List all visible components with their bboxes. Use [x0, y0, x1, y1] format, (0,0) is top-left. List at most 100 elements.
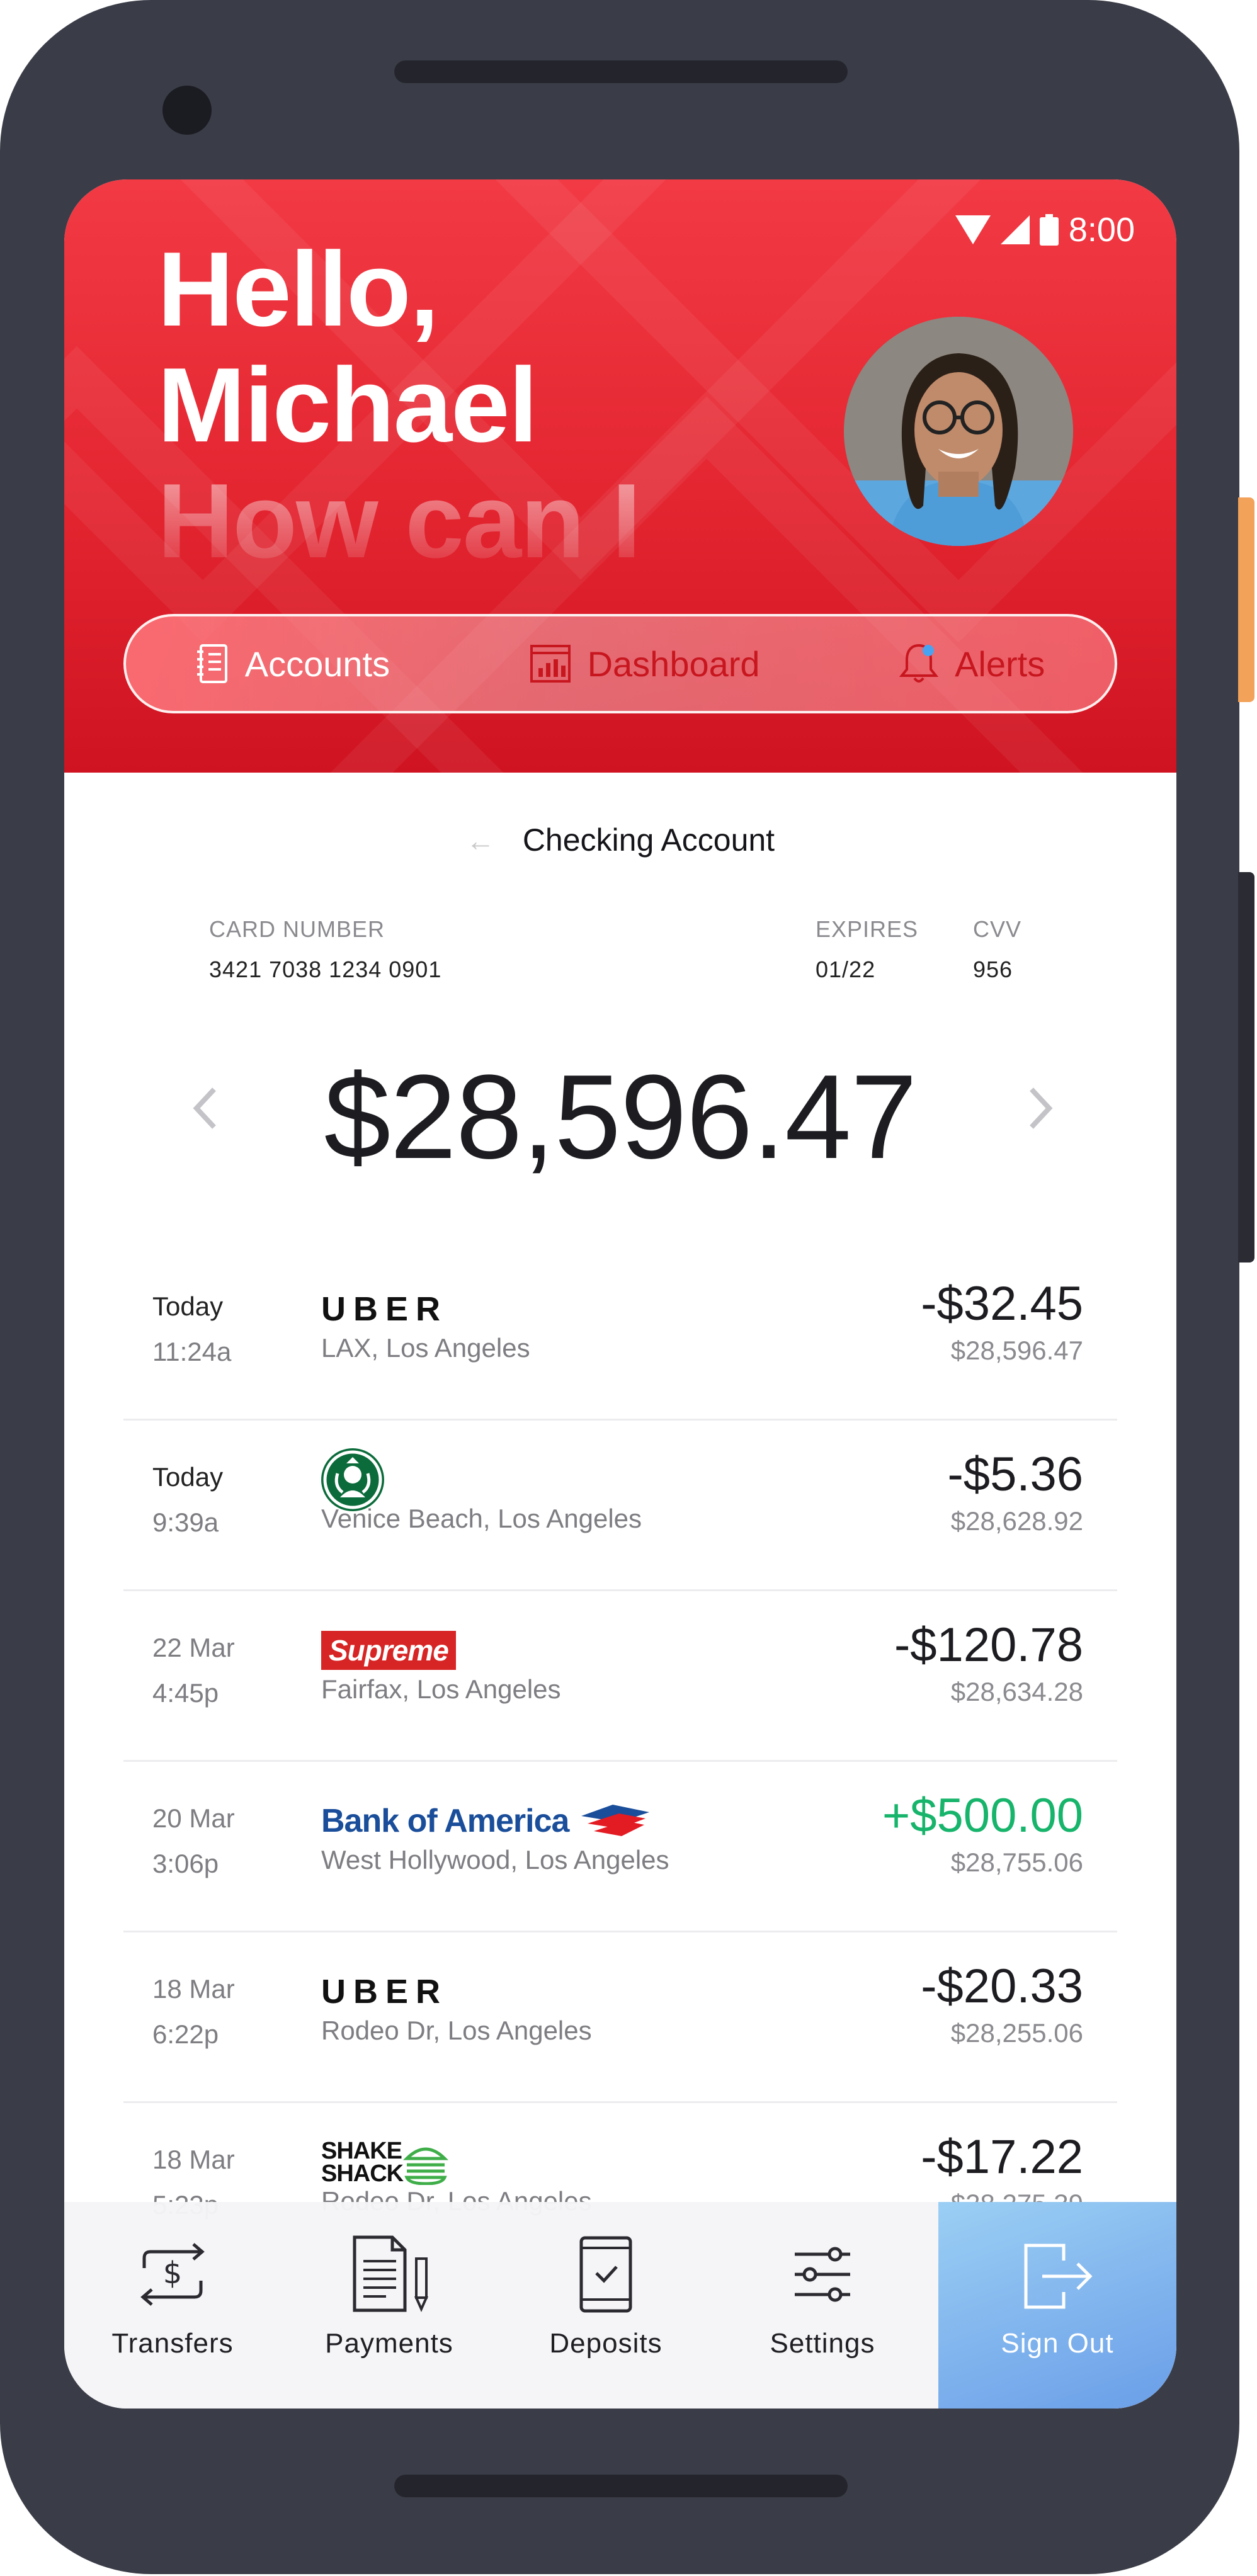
running-balance: $28,634.28 [950, 1677, 1083, 1706]
merchant-logo: Bank of America [321, 1790, 651, 1853]
header: 8:00 Hello, Michael How can I Accounts D… [64, 179, 1176, 773]
svg-text:$: $ [163, 2255, 183, 2291]
transaction-date: 20 Mar 3:06p [152, 1796, 235, 1887]
transfers-button[interactable]: $ Transfers [64, 2202, 281, 2409]
settings-button[interactable]: Settings [714, 2202, 931, 2409]
transaction-location: Fairfax, Los Angeles [321, 1674, 561, 1704]
power-button [1238, 872, 1254, 1262]
transaction-day: Today [152, 1462, 224, 1492]
greeting-subtitle: How can I [157, 462, 641, 580]
greeting: Hello, Michael How can I [157, 231, 641, 580]
transaction-date: 18 Mar 6:22p [152, 1966, 235, 2057]
account-title: Checking Account [522, 822, 775, 858]
deposits-label: Deposits [549, 2328, 663, 2359]
transaction-day: 20 Mar [152, 1803, 235, 1833]
earpiece-speaker [394, 60, 848, 83]
tab-alerts-label: Alerts [955, 644, 1045, 684]
status-bar: 8:00 [955, 211, 1135, 249]
transaction-time: 9:39a [152, 1507, 219, 1537]
back-arrow-icon[interactable]: ← [466, 824, 495, 857]
cvv-label: CVV [973, 916, 1022, 942]
bank-of-america-logo: Bank of America [321, 1802, 651, 1840]
transaction-day: 22 Mar [152, 1633, 235, 1662]
merchant-logo: Supreme [321, 1619, 456, 1682]
sign-out-icon [1024, 2244, 1093, 2309]
sign-out-label: Sign Out [1001, 2328, 1114, 2359]
starbucks-logo [321, 1448, 384, 1511]
bank-of-america-wordmark: Bank of America [321, 1803, 569, 1839]
running-balance: $28,755.06 [950, 1847, 1083, 1877]
notebook-icon [196, 644, 227, 683]
siren-icon [323, 1450, 382, 1509]
sign-out-button[interactable]: Sign Out [938, 2202, 1176, 2409]
avatar[interactable] [844, 317, 1073, 546]
transaction-date: 22 Mar 4:45p [152, 1625, 235, 1716]
supreme-logo: Supreme [321, 1631, 456, 1670]
document-pen-icon [353, 2235, 429, 2312]
payments-button[interactable]: Payments [281, 2202, 498, 2409]
transfers-label: Transfers [111, 2328, 234, 2359]
transaction-amount: -$20.33 [921, 1960, 1083, 2013]
transaction-row[interactable]: Today 11:24a UBER LAX, Los Angeles -$32.… [123, 1250, 1117, 1421]
running-balance: $28,628.92 [950, 1506, 1083, 1536]
expires-label: EXPIRES [816, 916, 919, 942]
shake-shack-logo: SHAKE SHACK [321, 2138, 448, 2187]
transaction-time: 4:45p [152, 1678, 219, 1708]
burger-icon [403, 2147, 448, 2185]
running-balance: $28,255.06 [950, 2018, 1083, 2048]
card-number-label: CARD NUMBER [209, 916, 385, 942]
transaction-location: Venice Beach, Los Angeles [321, 1504, 642, 1533]
flag-icon [581, 1805, 650, 1836]
running-balance: $28,596.47 [950, 1336, 1083, 1365]
bottom-speaker [394, 2475, 848, 2497]
transaction-location: LAX, Los Angeles [321, 1333, 530, 1363]
tab-accounts-label: Accounts [244, 644, 390, 684]
shake-shack-wordmark: SHAKE SHACK [321, 2138, 404, 2187]
avatar-portrait [844, 317, 1073, 546]
wifi-icon [955, 215, 991, 244]
transfer-arrows-icon: $ [140, 2243, 205, 2306]
transaction-date: Today 9:39a [152, 1455, 223, 1545]
volume-button [1238, 497, 1254, 702]
tab-dashboard-label: Dashboard [587, 644, 760, 684]
account-title-bar: ← Checking Account [64, 822, 1176, 858]
transaction-list: Today 11:24a UBER LAX, Los Angeles -$32.… [123, 1250, 1117, 2272]
card-number-block: CARD NUMBER 3421 7038 1234 0901 [209, 916, 441, 983]
uber-logo: UBER [321, 1973, 448, 2011]
app-screen: 8:00 Hello, Michael How can I Accounts D… [64, 179, 1176, 2409]
signal-icon [1000, 215, 1030, 244]
greeting-name: Michael [157, 346, 538, 464]
merchant-logo: SHAKE SHACK [321, 2131, 448, 2194]
phone-frame: 8:00 Hello, Michael How can I Accounts D… [0, 0, 1239, 2574]
transaction-time: 6:22p [152, 2019, 219, 2049]
expires-block: EXPIRES 01/22 [816, 916, 918, 983]
merchant-logo: UBER [321, 1278, 448, 1341]
transaction-row[interactable]: 20 Mar 3:06p Bank of America West Hollyw… [123, 1762, 1117, 1932]
status-time: 8:00 [1068, 211, 1135, 249]
tab-accounts[interactable]: Accounts [196, 644, 390, 684]
expires-value: 01/22 [816, 956, 876, 982]
transaction-time: 11:24a [152, 1337, 232, 1366]
next-account-icon[interactable] [1021, 1083, 1059, 1133]
transaction-location: West Hollywood, Los Angeles [321, 1845, 669, 1875]
cvv-block: CVV 956 [973, 916, 1021, 983]
transaction-row[interactable]: 18 Mar 6:22p UBER Rodeo Dr, Los Angeles … [123, 1932, 1117, 2103]
deposits-button[interactable]: Deposits [498, 2202, 714, 2409]
tab-alerts[interactable]: Alerts [899, 643, 1045, 684]
sliders-icon [795, 2247, 850, 2302]
cvv-value: 956 [973, 956, 1013, 982]
bottom-navigation: $ Transfers Payments Deposits Settings S… [64, 2202, 1176, 2409]
transaction-day: Today [152, 1291, 224, 1321]
transaction-amount: -$5.36 [947, 1448, 1084, 1501]
transaction-row[interactable]: 22 Mar 4:45p Supreme Fairfax, Los Angele… [123, 1591, 1117, 1762]
tab-dashboard[interactable]: Dashboard [530, 644, 760, 684]
account-balance: $28,596.47 [324, 1050, 918, 1184]
payments-label: Payments [325, 2328, 453, 2359]
transaction-amount: -$32.45 [921, 1277, 1083, 1331]
mobile-deposit-icon [579, 2236, 632, 2313]
transaction-date: Today 11:24a [152, 1284, 231, 1375]
transaction-row[interactable]: Today 9:39a Venice Beach, Los Angeles -$… [123, 1421, 1117, 1591]
front-camera [162, 86, 212, 135]
transaction-day: 18 Mar [152, 2145, 235, 2174]
transaction-day: 18 Mar [152, 1974, 235, 2004]
